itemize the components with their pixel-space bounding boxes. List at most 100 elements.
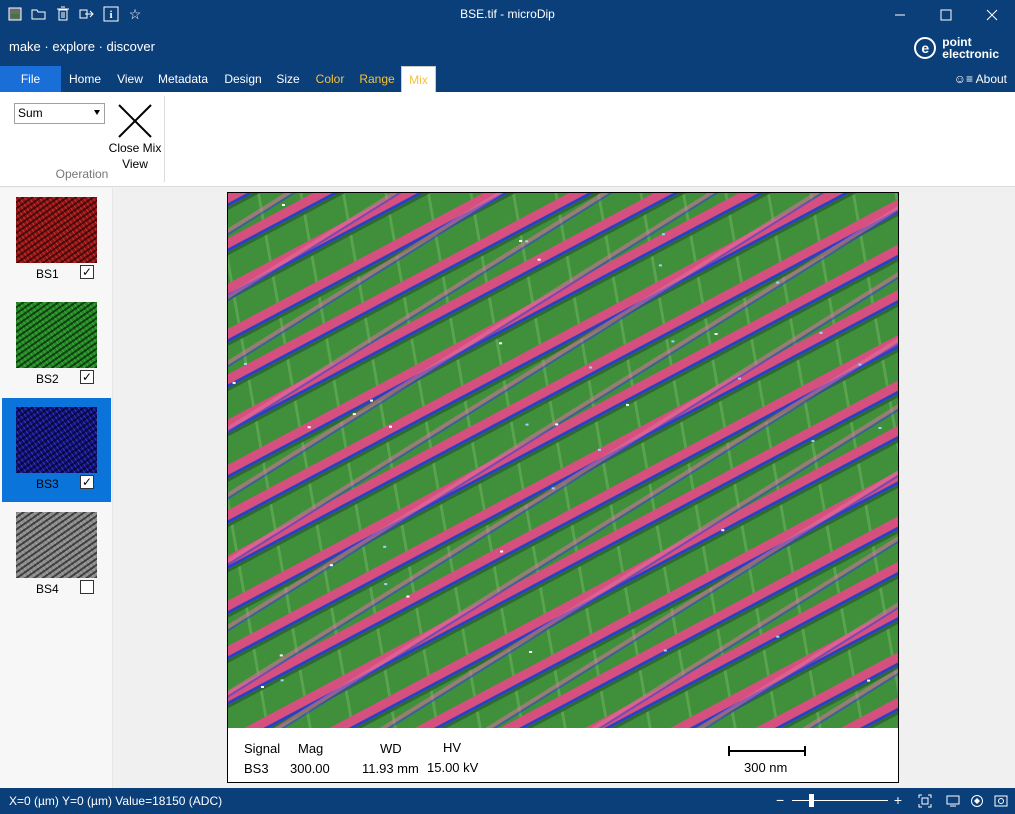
zoom-out-icon[interactable]: − [776,793,784,807]
surface-particle [738,377,742,380]
channel-list: BS1 ✓ BS2 ✓ BS3 ✓ BS4 [0,188,113,788]
tab-metadata[interactable]: Metadata [153,66,213,92]
surface-particle [858,363,862,366]
zoom-slider[interactable]: − + [776,793,906,809]
channel-item-bs4[interactable]: BS4 [2,503,111,607]
surface-particle [307,426,311,429]
channel-label: BS1 [36,267,59,281]
surface-particle [352,413,356,416]
mag-value: 300.00 [290,761,330,776]
operation-select-value: Sum [18,106,43,120]
surface-particle [525,240,529,243]
logo-line-2: electronic [942,47,999,61]
channel-item-bs3[interactable]: BS3 ✓ [2,398,111,502]
zoom-track [792,800,888,801]
surface-particle [811,440,815,443]
surface-particle [519,240,523,242]
channel-item-bs2[interactable]: BS2 ✓ [2,293,111,397]
channel-checkbox[interactable]: ✓ [80,475,94,489]
close-mix-view-button[interactable]: Close Mix View [106,104,164,172]
close-mix-label-1: Close Mix [108,141,162,155]
channel-thumbnail [16,302,97,368]
mag-label: Mag [298,741,324,756]
minimize-button[interactable] [877,0,923,30]
display-settings-icon[interactable] [969,793,985,809]
scale-bar [728,746,806,756]
surface-particle [671,340,675,343]
surface-particle [529,651,533,653]
channel-label: BS4 [36,582,59,596]
channel-checkbox[interactable]: ✓ [80,370,94,384]
scale-bar-label: 300 nm [744,760,788,775]
surface-particle [555,423,559,426]
status-bar: X=0 (µm) Y=0 (µm) Value=18150 (ADC) − + [0,788,1015,814]
surface-particle [406,595,410,598]
signal-value: BS3 [244,761,269,776]
channel-label: BS3 [36,477,59,491]
surface-particle [261,686,264,688]
channel-label: BS2 [36,372,59,386]
surface-particle [776,635,780,638]
tagline: make · explore · discover [9,39,155,54]
ribbon-tabs: File Home View Metadata Design Size Colo… [0,66,1015,92]
surface-particle [551,487,555,490]
tab-design[interactable]: Design [219,66,267,92]
surface-particle [499,342,503,345]
signal-label: Signal [244,741,281,756]
surface-particle [232,381,236,384]
tab-size[interactable]: Size [272,66,304,92]
surface-particle [714,333,718,335]
surface-particle [597,448,601,451]
brand-bar: make · explore · discover e point electr… [0,30,1015,66]
title-bar: i ☆ BSE.tif - microDip [0,0,1015,30]
image-databar: Signal BS3 Mag 300.00 WD 11.93 mm HV 15.… [228,728,898,782]
window-title: BSE.tif - microDip [460,7,555,21]
wd-value: 11.93 mm [362,761,419,776]
mixed-sem-image[interactable] [228,193,898,728]
point-electronic-logo: e point electronic [914,36,999,60]
tab-view[interactable]: View [112,66,148,92]
surface-particle [525,423,529,426]
surface-particle [389,425,392,428]
about-label: About [975,72,1007,86]
tab-mix[interactable]: Mix [401,66,436,92]
screenshot-icon[interactable] [993,793,1009,809]
close-window-button[interactable] [969,0,1015,30]
fit-to-window-icon[interactable] [917,793,933,809]
image-frame: Signal BS3 Mag 300.00 WD 11.93 mm HV 15.… [227,192,899,783]
close-x-icon [118,104,152,138]
surface-particle [589,366,593,369]
channel-thumbnail [16,197,97,263]
tab-color[interactable]: Color [309,66,351,92]
surface-particle [384,583,388,586]
zoom-in-icon[interactable]: + [894,793,902,807]
monitor-icon[interactable] [945,793,961,809]
hv-label: HV [443,740,462,755]
tab-file[interactable]: File [0,66,61,92]
group-separator [164,96,165,182]
about-button[interactable]: ☺≡ About [954,66,1007,92]
surface-particle [329,564,333,567]
tab-home[interactable]: Home [64,66,106,92]
hv-value: 15.00 kV [427,760,479,775]
wd-label: WD [380,741,402,756]
maximize-button[interactable] [923,0,969,30]
zoom-thumb[interactable] [809,794,815,807]
channel-thumbnail [16,407,97,473]
surface-particle [280,679,284,682]
sem-image-canvas[interactable] [228,193,898,728]
surface-particle [663,649,667,652]
channel-item-bs1[interactable]: BS1 ✓ [2,188,111,292]
surface-particle [282,204,285,206]
cursor-readout: X=0 (µm) Y=0 (µm) Value=18150 (ADC) [9,794,223,808]
surface-particle [383,545,387,548]
operation-select[interactable]: Sum [14,103,105,124]
tab-range[interactable]: Range [355,66,399,92]
channel-checkbox[interactable] [80,580,94,594]
surface-particle [658,264,662,267]
surface-particle [537,258,541,261]
channel-thumbnail [16,512,97,578]
channel-checkbox[interactable]: ✓ [80,265,94,279]
surface-particle [721,529,725,532]
image-viewer: Signal BS3 Mag 300.00 WD 11.93 mm HV 15.… [113,188,1015,788]
